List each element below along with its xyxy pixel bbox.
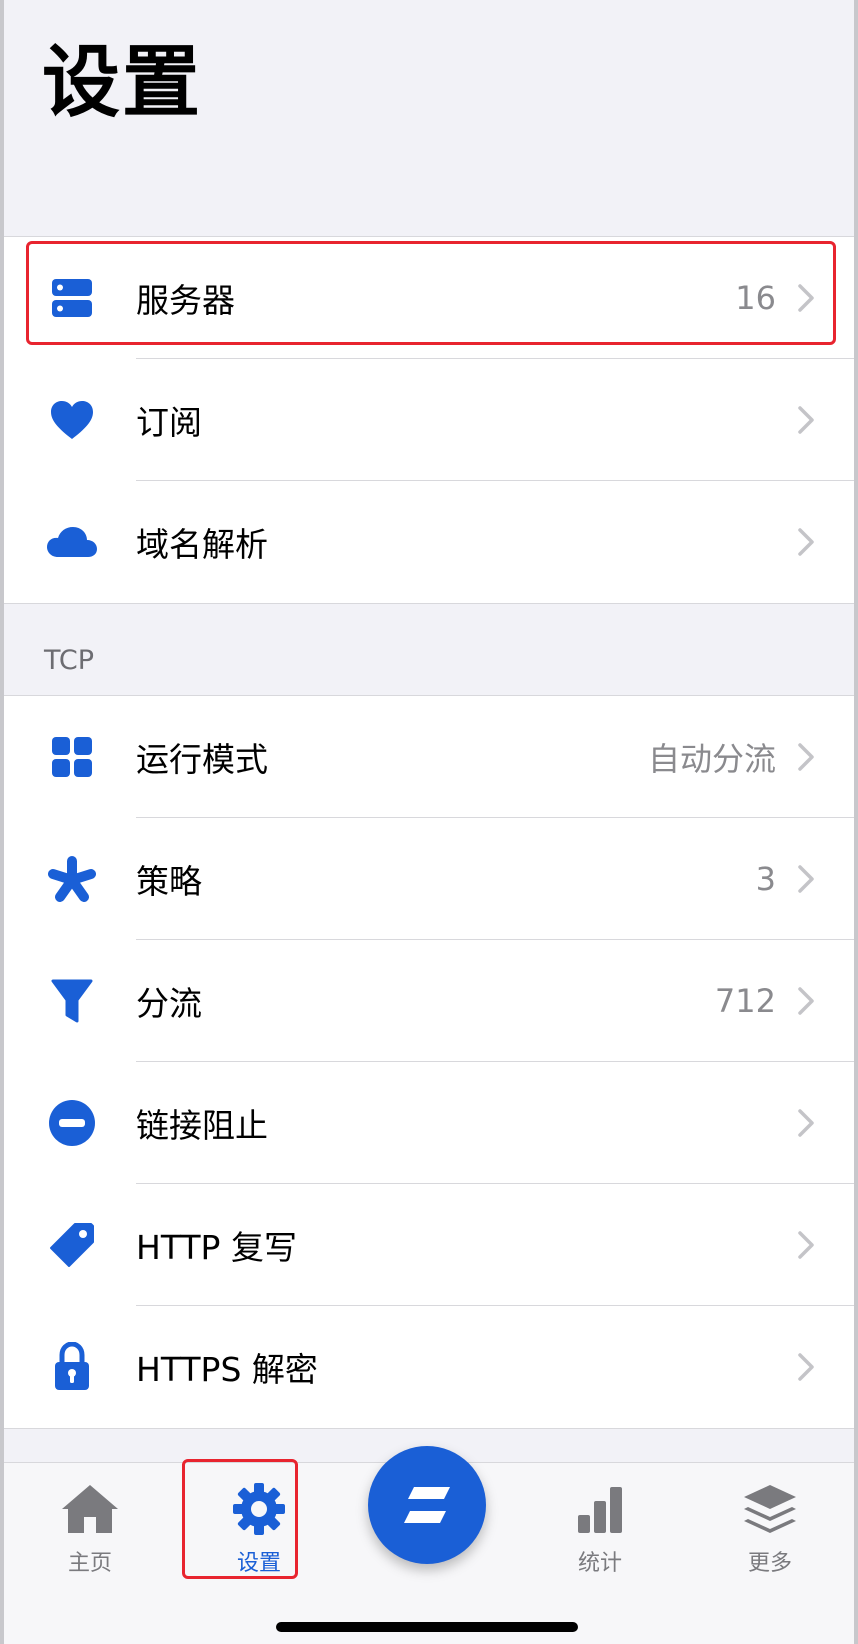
funnel-icon	[46, 975, 98, 1027]
row-value: 3	[755, 860, 776, 898]
row-label: 域名解析	[136, 525, 268, 564]
bar-chart-icon	[578, 1487, 622, 1533]
row-http-rewrite[interactable]: HTTP 复写	[4, 1184, 854, 1306]
row-link-block[interactable]: 链接阻止	[4, 1062, 854, 1184]
tag-icon	[46, 1219, 98, 1271]
tab-stats[interactable]: 统计	[540, 1481, 660, 1577]
lock-icon	[46, 1341, 98, 1393]
tab-label: 更多	[747, 1551, 792, 1576]
row-dns[interactable]: 域名解析	[4, 481, 854, 603]
highlight-box-servers	[26, 241, 836, 345]
highlight-box-settings-tab	[182, 1459, 298, 1579]
minus-circle-icon	[46, 1097, 98, 1149]
logo-icon	[404, 1487, 450, 1523]
chevron-right-icon	[798, 743, 814, 771]
row-label: 运行模式	[136, 740, 268, 779]
chevron-right-icon	[798, 865, 814, 893]
row-rules[interactable]: 分流 712	[4, 940, 854, 1062]
row-subscription[interactable]: 订阅	[4, 359, 854, 481]
connect-toggle-button[interactable]	[368, 1446, 486, 1564]
chevron-right-icon	[798, 1109, 814, 1137]
tab-more[interactable]: 更多	[710, 1481, 830, 1577]
chevron-right-icon	[798, 987, 814, 1015]
tab-home[interactable]: 主页	[30, 1481, 150, 1577]
row-run-mode[interactable]: 运行模式 自动分流	[4, 696, 854, 818]
row-policy[interactable]: 策略 3	[4, 818, 854, 940]
grid-icon	[46, 731, 98, 783]
row-label: 分流	[136, 984, 202, 1023]
heart-icon	[46, 394, 98, 446]
row-label: 链接阻止	[136, 1106, 268, 1145]
row-label: 策略	[136, 862, 202, 901]
chevron-right-icon	[798, 1231, 814, 1259]
home-indicator	[276, 1622, 578, 1632]
layers-icon	[744, 1485, 796, 1533]
asterisk-icon	[46, 853, 98, 905]
row-label: 订阅	[136, 403, 202, 442]
row-https-decrypt[interactable]: HTTPS 解密	[4, 1306, 854, 1428]
settings-group-tcp: 运行模式 自动分流 策略 3 分流 712 链接阻止 HTTP 复写 HTTPS…	[4, 695, 854, 1429]
tab-label: 统计	[577, 1551, 622, 1576]
row-label: HTTP 复写	[136, 1228, 297, 1267]
chevron-right-icon	[798, 528, 814, 556]
chevron-right-icon	[798, 406, 814, 434]
page-title: 设置	[42, 38, 203, 128]
tab-label: 主页	[67, 1551, 112, 1576]
house-icon	[62, 1485, 118, 1533]
cloud-icon	[46, 516, 98, 568]
settings-screen: 设置 服务器 16 订阅 域名解析 TCP 运行模式 自动分流 策略 3 分流 …	[4, 0, 854, 1644]
row-value: 自动分流	[647, 740, 776, 778]
chevron-right-icon	[798, 1353, 814, 1381]
row-value: 712	[714, 982, 776, 1020]
section-header-tcp: TCP	[44, 645, 95, 676]
row-label: HTTPS 解密	[136, 1350, 318, 1389]
